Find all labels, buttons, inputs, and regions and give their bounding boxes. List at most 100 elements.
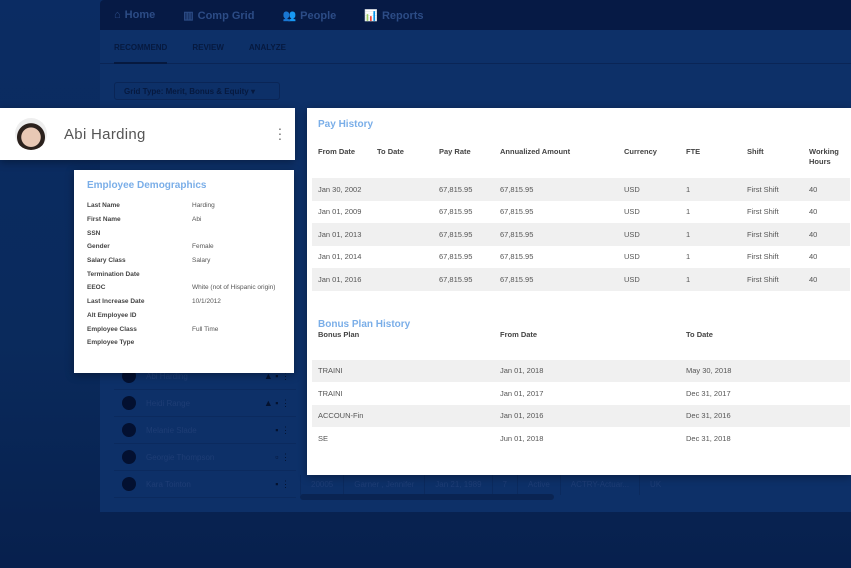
more-options-icon[interactable]: · · · <box>277 121 283 145</box>
demographics-row: Alt Employee ID <box>87 309 281 323</box>
bonus-history-title: Bonus Plan History <box>318 318 411 330</box>
table-cell: 67,815.95 <box>494 268 618 291</box>
field-label: EEOC <box>87 284 106 292</box>
tab-recommend[interactable]: RECOMMEND <box>114 43 168 64</box>
table-cell: Dec 31, 2017 <box>686 388 731 398</box>
tab-bar: RECOMMEND REVIEW ANALYZE <box>100 30 851 64</box>
list-item[interactable]: Georgie Thompson ▫ ⋮ <box>114 444 296 471</box>
column-header: Pay Rate <box>439 147 471 156</box>
table-cell: 1 <box>686 207 691 217</box>
table-cell: 67,815.95 <box>433 178 494 201</box>
avatar <box>122 477 136 491</box>
table-cell: USD <box>624 252 640 262</box>
table-row: TRAINI Jan 01, 2018 May 30, 2018 <box>312 359 850 382</box>
table-cell: 40 <box>803 223 850 246</box>
table-cell <box>371 201 433 224</box>
table-cell: 40 <box>803 178 850 201</box>
nav-reports[interactable]: 📊 Reports <box>364 9 423 22</box>
avatar <box>122 423 136 437</box>
table-cell: 1 <box>680 223 741 246</box>
table-cell: USD <box>618 178 680 201</box>
bonus-history-table: Bonus Plan From Date To Date TRAINI Jan 01,… <box>312 330 850 450</box>
demographics-row: Employee Class Full Time <box>87 322 281 336</box>
field-label: Employee Type <box>87 339 135 347</box>
field-value: Full Time <box>192 325 219 333</box>
pay-history-title: Pay History <box>318 119 374 130</box>
grid-row: 20005 Garner , Jennifer Jan 21, 1989 7 A… <box>300 475 671 495</box>
comment-icon[interactable]: ▪ ⋮ <box>275 425 290 436</box>
avatar <box>122 450 136 464</box>
table-row: TRAINI Jan 01, 2017 Dec 31, 2017 <box>312 382 850 405</box>
employee-list: Abi Harding ▲ ▪ ⋮ Heidi Range ▲ ▪ ⋮ Melani… <box>114 363 296 498</box>
field-label: Salary Class <box>87 257 126 265</box>
table-cell: USD <box>618 223 680 246</box>
table-cell: 1 <box>680 268 741 291</box>
table-cell: 67,815.95 <box>439 252 473 262</box>
table-cell: Jan 01, 2018 <box>494 359 680 382</box>
table-cell: Jan 30, 2002 <box>312 178 371 201</box>
table-cell: 1 <box>686 252 691 262</box>
table-cell: Jan 01, 2013 <box>312 223 371 246</box>
table-cell: 40 <box>809 207 818 217</box>
grid-icon: ▥ <box>183 9 194 22</box>
column-header: To Date <box>377 147 404 156</box>
pay-history-table: From Date To Date Pay Rate Annualized Amoun… <box>312 130 850 291</box>
table-cell: TRAINI <box>312 359 494 382</box>
demographics-row: Gender Female <box>87 240 281 254</box>
grid-type-dropdown[interactable]: Grid Type: Merit, Bonus & Equity ▾ <box>114 82 280 100</box>
demographics-row: Termination Date <box>87 267 281 281</box>
column-header: Currency <box>624 147 657 156</box>
table-cell: SE <box>318 433 329 443</box>
comment-outline-icon[interactable]: ▫ ⋮ <box>275 452 290 463</box>
tab-analyze[interactable]: ANALYZE <box>249 43 286 63</box>
column-header: To Date <box>686 329 713 339</box>
field-label: Employee Class <box>87 325 137 333</box>
table-cell: TRAINI <box>318 388 343 398</box>
table-cell: ACCOUN-Fin <box>312 404 494 427</box>
table-cell: First Shift <box>741 268 803 291</box>
field-value: Female <box>192 243 214 251</box>
field-label: First Name <box>87 216 121 224</box>
table-cell: Jan 01, 2009 <box>318 207 362 217</box>
field-value: Abi <box>192 216 202 224</box>
table-cell: USD <box>624 207 640 217</box>
column-header: Annualized Amount <box>500 147 571 156</box>
nav-home[interactable]: ⌂ Home <box>114 9 155 21</box>
list-item[interactable]: Melanie Slade ▪ ⋮ <box>114 417 296 444</box>
profile-name: Abi Harding <box>64 125 146 143</box>
column-header: FTE <box>686 147 701 156</box>
list-item[interactable]: Heidi Range ▲ ▪ ⋮ <box>114 390 296 417</box>
field-label: Gender <box>87 243 110 251</box>
nav-people[interactable]: 👥 People <box>282 9 336 22</box>
table-cell: 67,815.95 <box>439 207 473 217</box>
table-cell: First Shift <box>741 223 803 246</box>
field-label: Last Increase Date <box>87 298 145 306</box>
profile-card: Abi Harding · · · <box>0 108 295 160</box>
horizontal-scrollbar[interactable] <box>300 494 554 500</box>
table-cell: 67,815.95 <box>494 178 618 201</box>
comment-icon[interactable]: ▪ ⋮ <box>275 479 290 490</box>
list-item[interactable]: Kara Tointon ▪ ⋮ <box>114 471 296 498</box>
table-cell <box>371 268 433 291</box>
demographics-row: Last Increase Date 10/1/2012 <box>87 295 281 309</box>
table-cell: 1 <box>680 178 741 201</box>
table-row: Jan 01, 2014 67,815.95 67,815.95 USD 1 First … <box>312 246 850 269</box>
field-label: SSN <box>87 229 101 237</box>
table-cell: 67,815.95 <box>500 207 534 217</box>
table-cell: Jan 01, 2016 <box>312 268 371 291</box>
top-nav: ⌂ Home ▥ Comp Grid 👥 People 📊 Reports <box>100 0 851 30</box>
tab-review[interactable]: REVIEW <box>192 43 224 63</box>
table-cell: USD <box>618 268 680 291</box>
chevron-down-icon: ▾ <box>250 87 255 96</box>
column-header: From Date <box>500 329 538 339</box>
table-cell: Jun 01, 2018 <box>500 433 544 443</box>
table-row: Jan 30, 2002 67,815.95 67,815.95 USD 1 First … <box>312 178 850 201</box>
nav-comp-grid[interactable]: ▥ Comp Grid <box>183 9 254 22</box>
column-header: Bonus Plan <box>318 329 360 339</box>
table-cell: 67,815.95 <box>500 252 534 262</box>
warning-comment-icon[interactable]: ▲ ▪ ⋮ <box>264 398 290 409</box>
table-row: Jan 01, 2013 67,815.95 67,815.95 USD 1 First … <box>312 223 850 246</box>
table-cell: 67,815.95 <box>494 223 618 246</box>
table-cell: First Shift <box>747 207 779 217</box>
pay-history-card: Pay History From Date To Date Pay Rate Annu… <box>307 108 851 475</box>
